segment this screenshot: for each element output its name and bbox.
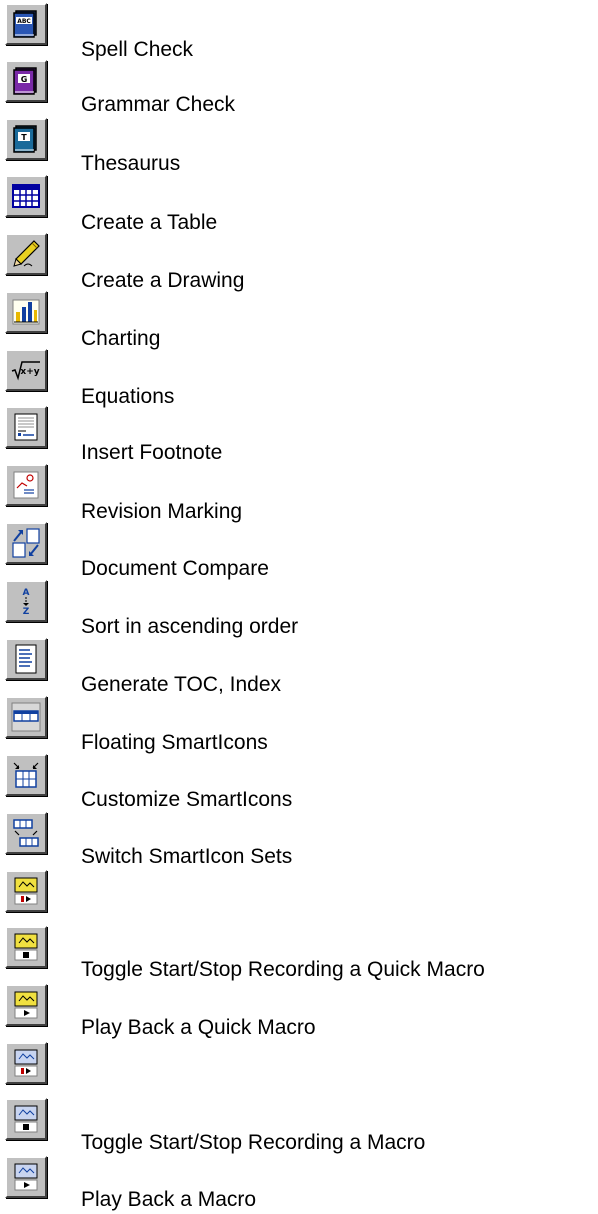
item-label: Revision Marking — [81, 500, 243, 523]
item-label: Play Back a Quick Macro — [81, 1016, 316, 1039]
item-label: Toggle Start/Stop Recording a Macro — [81, 1131, 426, 1154]
svg-text:Z: Z — [23, 607, 30, 617]
item-label: Create a Drawing — [81, 269, 245, 292]
document-compare-icon[interactable] — [5, 522, 47, 564]
item-label: Create a Table — [81, 211, 218, 234]
list-item-macro-play: Play Back a Macro — [0, 1156, 598, 1211]
item-label: Switch SmartIcon Sets — [81, 845, 293, 868]
list-item-sort-ascending: A Z Sort in ascending order — [0, 580, 598, 638]
list-item-quick-macro-record — [0, 870, 598, 922]
list-item-macro-record — [0, 1042, 598, 1094]
item-label: Document Compare — [81, 557, 269, 580]
list-item-document-compare: Document Compare — [0, 522, 598, 580]
list-item-customize-smarticons: Customize SmartIcons — [0, 754, 598, 811]
chart-icon[interactable] — [5, 291, 47, 333]
svg-text:ABC: ABC — [17, 18, 31, 25]
revision-marking-icon[interactable] — [5, 464, 47, 506]
sort-ascending-icon[interactable]: A Z — [5, 580, 47, 622]
item-label: Grammar Check — [81, 93, 236, 116]
floating-smarticons-icon[interactable] — [5, 696, 47, 738]
list-item-create-drawing: Create a Drawing — [0, 233, 598, 292]
svg-text:T: T — [21, 133, 27, 142]
svg-text:x+y: x+y — [20, 367, 39, 377]
list-item-create-table: Create a Table — [0, 175, 598, 234]
item-label: Sort in ascending order — [81, 615, 299, 638]
svg-text:A: A — [23, 588, 30, 598]
item-label: Toggle Start/Stop Recording a Quick Macr… — [81, 958, 485, 981]
item-label: Insert Footnote — [81, 441, 223, 464]
equation-icon[interactable]: x+y — [5, 349, 47, 391]
item-label: Thesaurus — [81, 152, 181, 175]
grammar-check-icon[interactable]: G — [5, 60, 47, 102]
list-item-quick-macro-play: Play Back a Quick Macro — [0, 984, 598, 1039]
list-item-quick-macro-toggle: Toggle Start/Stop Recording a Quick Macr… — [0, 926, 598, 981]
item-label: Customize SmartIcons — [81, 788, 293, 811]
item-label: Floating SmartIcons — [81, 731, 268, 754]
list-item-spell-check: ABC Spell Check — [0, 3, 598, 61]
item-label: Play Back a Macro — [81, 1188, 257, 1211]
item-label: Spell Check — [81, 38, 194, 61]
list-item-revision-marking: Revision Marking — [0, 464, 598, 523]
macro-stop-icon[interactable] — [5, 1098, 47, 1140]
toc-index-icon[interactable] — [5, 638, 47, 680]
macro-play-icon[interactable] — [5, 1156, 47, 1198]
switch-smarticon-sets-icon[interactable] — [5, 812, 47, 854]
macro-record-icon[interactable] — [5, 1042, 47, 1084]
quick-macro-stop-icon[interactable] — [5, 926, 47, 968]
drawing-pen-icon[interactable] — [5, 233, 47, 275]
list-item-floating-smarticons: Floating SmartIcons — [0, 696, 598, 754]
list-item-grammar-check: G Grammar Check — [0, 60, 598, 116]
table-icon[interactable] — [5, 175, 47, 217]
customize-smarticons-icon[interactable] — [5, 754, 47, 796]
list-item-insert-footnote: Insert Footnote — [0, 406, 598, 464]
footnote-icon[interactable] — [5, 406, 47, 448]
list-item-charting: Charting — [0, 291, 598, 350]
list-item-equations: x+y Equations — [0, 349, 598, 408]
thesaurus-icon[interactable]: T — [5, 118, 47, 160]
item-label: Charting — [81, 327, 161, 350]
item-label: Generate TOC, Index — [81, 673, 282, 696]
spell-check-icon[interactable]: ABC — [5, 3, 47, 45]
quick-macro-record-icon[interactable] — [5, 870, 47, 912]
list-item-thesaurus: T Thesaurus — [0, 118, 598, 175]
svg-text:G: G — [21, 75, 28, 84]
list-item-switch-smarticon-sets: Switch SmartIcon Sets — [0, 812, 598, 868]
list-item-generate-toc: Generate TOC, Index — [0, 638, 598, 696]
quick-macro-play-icon[interactable] — [5, 984, 47, 1026]
list-item-macro-toggle: Toggle Start/Stop Recording a Macro — [0, 1098, 598, 1154]
